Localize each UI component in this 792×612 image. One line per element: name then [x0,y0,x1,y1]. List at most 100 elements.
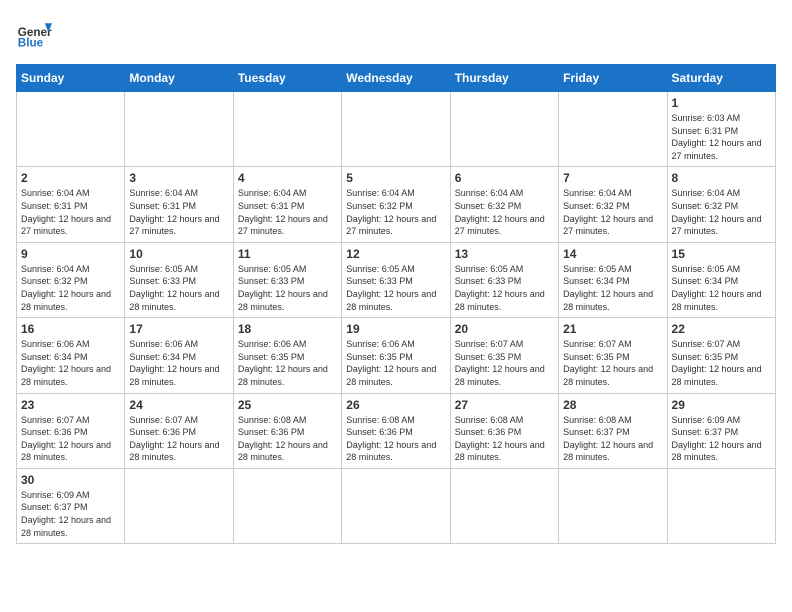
day-number: 23 [21,398,120,412]
day-number: 9 [21,247,120,261]
day-number: 27 [455,398,554,412]
calendar-cell: 14 Sunrise: 6:05 AM Sunset: 6:34 PM Dayli… [559,242,667,317]
day-info: Sunrise: 6:05 AM Sunset: 6:34 PM Dayligh… [672,263,771,313]
day-number: 1 [672,96,771,110]
day-info: Sunrise: 6:04 AM Sunset: 6:31 PM Dayligh… [238,187,337,237]
calendar-cell: 22Sunrise: 6:07 AM Sunset: 6:35 PM Dayli… [667,318,775,393]
calendar-cell: 29Sunrise: 6:09 AM Sunset: 6:37 PM Dayli… [667,393,775,468]
day-number: 11 [238,247,337,261]
day-info: Sunrise: 6:08 AM Sunset: 6:36 PM Dayligh… [238,414,337,464]
weekday-header: Thursday [450,65,558,92]
calendar-cell [450,92,558,167]
day-number: 13 [455,247,554,261]
day-number: 15 [672,247,771,261]
calendar-week-row: 23 Sunrise: 6:07 AM Sunset: 6:36 PM Dayli… [17,393,776,468]
weekday-header: Saturday [667,65,775,92]
calendar-cell: 9 Sunrise: 6:04 AM Sunset: 6:32 PM Daylig… [17,242,125,317]
calendar-cell: 20 Sunrise: 6:07 AM Sunset: 6:35 PM Dayli… [450,318,558,393]
logo-icon: General Blue [16,16,52,52]
day-info: Sunrise: 6:04 AM Sunset: 6:32 PM Dayligh… [672,187,771,237]
calendar-cell: 7Sunrise: 6:04 AM Sunset: 6:32 PM Daylig… [559,167,667,242]
calendar-cell [125,468,233,543]
calendar-week-row: 30Sunrise: 6:09 AM Sunset: 6:37 PM Dayli… [17,468,776,543]
day-number: 17 [129,322,228,336]
day-number: 21 [563,322,662,336]
calendar-cell [559,92,667,167]
day-number: 14 [563,247,662,261]
calendar-cell [342,92,450,167]
day-info: Sunrise: 6:06 AM Sunset: 6:34 PM Dayligh… [129,338,228,388]
calendar-cell: 6 Sunrise: 6:04 AM Sunset: 6:32 PM Daylig… [450,167,558,242]
calendar-cell: 28 Sunrise: 6:08 AM Sunset: 6:37 PM Dayli… [559,393,667,468]
weekday-header: Sunday [17,65,125,92]
day-number: 5 [346,171,445,185]
day-info: Sunrise: 6:04 AM Sunset: 6:32 PM Dayligh… [455,187,554,237]
day-info: Sunrise: 6:08 AM Sunset: 6:36 PM Dayligh… [346,414,445,464]
day-info: Sunrise: 6:06 AM Sunset: 6:35 PM Dayligh… [238,338,337,388]
day-number: 25 [238,398,337,412]
day-info: Sunrise: 6:05 AM Sunset: 6:33 PM Dayligh… [346,263,445,313]
calendar-cell: 2Sunrise: 6:04 AM Sunset: 6:31 PM Daylig… [17,167,125,242]
day-number: 6 [455,171,554,185]
day-info: Sunrise: 6:04 AM Sunset: 6:32 PM Dayligh… [21,263,120,313]
calendar-cell: 25 Sunrise: 6:08 AM Sunset: 6:36 PM Dayli… [233,393,341,468]
day-number: 24 [129,398,228,412]
day-number: 19 [346,322,445,336]
calendar-week-row: 1Sunrise: 6:03 AM Sunset: 6:31 PM Daylig… [17,92,776,167]
calendar-cell: 24 Sunrise: 6:07 AM Sunset: 6:36 PM Dayli… [125,393,233,468]
day-number: 3 [129,171,228,185]
day-info: Sunrise: 6:09 AM Sunset: 6:37 PM Dayligh… [672,414,771,464]
calendar-cell: 1Sunrise: 6:03 AM Sunset: 6:31 PM Daylig… [667,92,775,167]
day-number: 10 [129,247,228,261]
weekday-row: SundayMondayTuesdayWednesdayThursdayFrid… [17,65,776,92]
calendar-body: 1Sunrise: 6:03 AM Sunset: 6:31 PM Daylig… [17,92,776,544]
day-info: Sunrise: 6:08 AM Sunset: 6:37 PM Dayligh… [563,414,662,464]
calendar-cell [125,92,233,167]
calendar-cell: 4 Sunrise: 6:04 AM Sunset: 6:31 PM Daylig… [233,167,341,242]
day-info: Sunrise: 6:05 AM Sunset: 6:34 PM Dayligh… [563,263,662,313]
calendar: SundayMondayTuesdayWednesdayThursdayFrid… [16,64,776,544]
day-number: 16 [21,322,120,336]
day-info: Sunrise: 6:04 AM Sunset: 6:31 PM Dayligh… [21,187,120,237]
calendar-cell [450,468,558,543]
calendar-cell: 21 Sunrise: 6:07 AM Sunset: 6:35 PM Dayli… [559,318,667,393]
weekday-header: Tuesday [233,65,341,92]
day-info: Sunrise: 6:07 AM Sunset: 6:35 PM Dayligh… [563,338,662,388]
day-info: Sunrise: 6:08 AM Sunset: 6:36 PM Dayligh… [455,414,554,464]
calendar-cell [667,468,775,543]
weekday-header: Monday [125,65,233,92]
calendar-cell [17,92,125,167]
day-info: Sunrise: 6:07 AM Sunset: 6:36 PM Dayligh… [21,414,120,464]
calendar-cell [233,92,341,167]
day-number: 22 [672,322,771,336]
day-number: 20 [455,322,554,336]
calendar-cell: 11Sunrise: 6:05 AM Sunset: 6:33 PM Dayli… [233,242,341,317]
calendar-cell: 23 Sunrise: 6:07 AM Sunset: 6:36 PM Dayli… [17,393,125,468]
calendar-cell: 13Sunrise: 6:05 AM Sunset: 6:33 PM Dayli… [450,242,558,317]
day-info: Sunrise: 6:07 AM Sunset: 6:35 PM Dayligh… [455,338,554,388]
day-info: Sunrise: 6:06 AM Sunset: 6:35 PM Dayligh… [346,338,445,388]
header: General Blue [16,16,776,52]
calendar-cell: 8 Sunrise: 6:04 AM Sunset: 6:32 PM Daylig… [667,167,775,242]
day-number: 8 [672,171,771,185]
calendar-week-row: 9 Sunrise: 6:04 AM Sunset: 6:32 PM Daylig… [17,242,776,317]
calendar-cell: 27 Sunrise: 6:08 AM Sunset: 6:36 PM Dayli… [450,393,558,468]
day-number: 4 [238,171,337,185]
calendar-cell: 12 Sunrise: 6:05 AM Sunset: 6:33 PM Dayli… [342,242,450,317]
calendar-cell [559,468,667,543]
day-number: 12 [346,247,445,261]
day-info: Sunrise: 6:07 AM Sunset: 6:36 PM Dayligh… [129,414,228,464]
day-info: Sunrise: 6:09 AM Sunset: 6:37 PM Dayligh… [21,489,120,539]
weekday-header: Friday [559,65,667,92]
calendar-cell: 3 Sunrise: 6:04 AM Sunset: 6:31 PM Daylig… [125,167,233,242]
calendar-cell [342,468,450,543]
day-number: 28 [563,398,662,412]
day-info: Sunrise: 6:04 AM Sunset: 6:32 PM Dayligh… [563,187,662,237]
calendar-cell: 19 Sunrise: 6:06 AM Sunset: 6:35 PM Dayli… [342,318,450,393]
calendar-cell: 16Sunrise: 6:06 AM Sunset: 6:34 PM Dayli… [17,318,125,393]
svg-text:Blue: Blue [18,37,44,50]
day-number: 18 [238,322,337,336]
calendar-header: SundayMondayTuesdayWednesdayThursdayFrid… [17,65,776,92]
day-info: Sunrise: 6:04 AM Sunset: 6:31 PM Dayligh… [129,187,228,237]
calendar-cell: 5Sunrise: 6:04 AM Sunset: 6:32 PM Daylig… [342,167,450,242]
